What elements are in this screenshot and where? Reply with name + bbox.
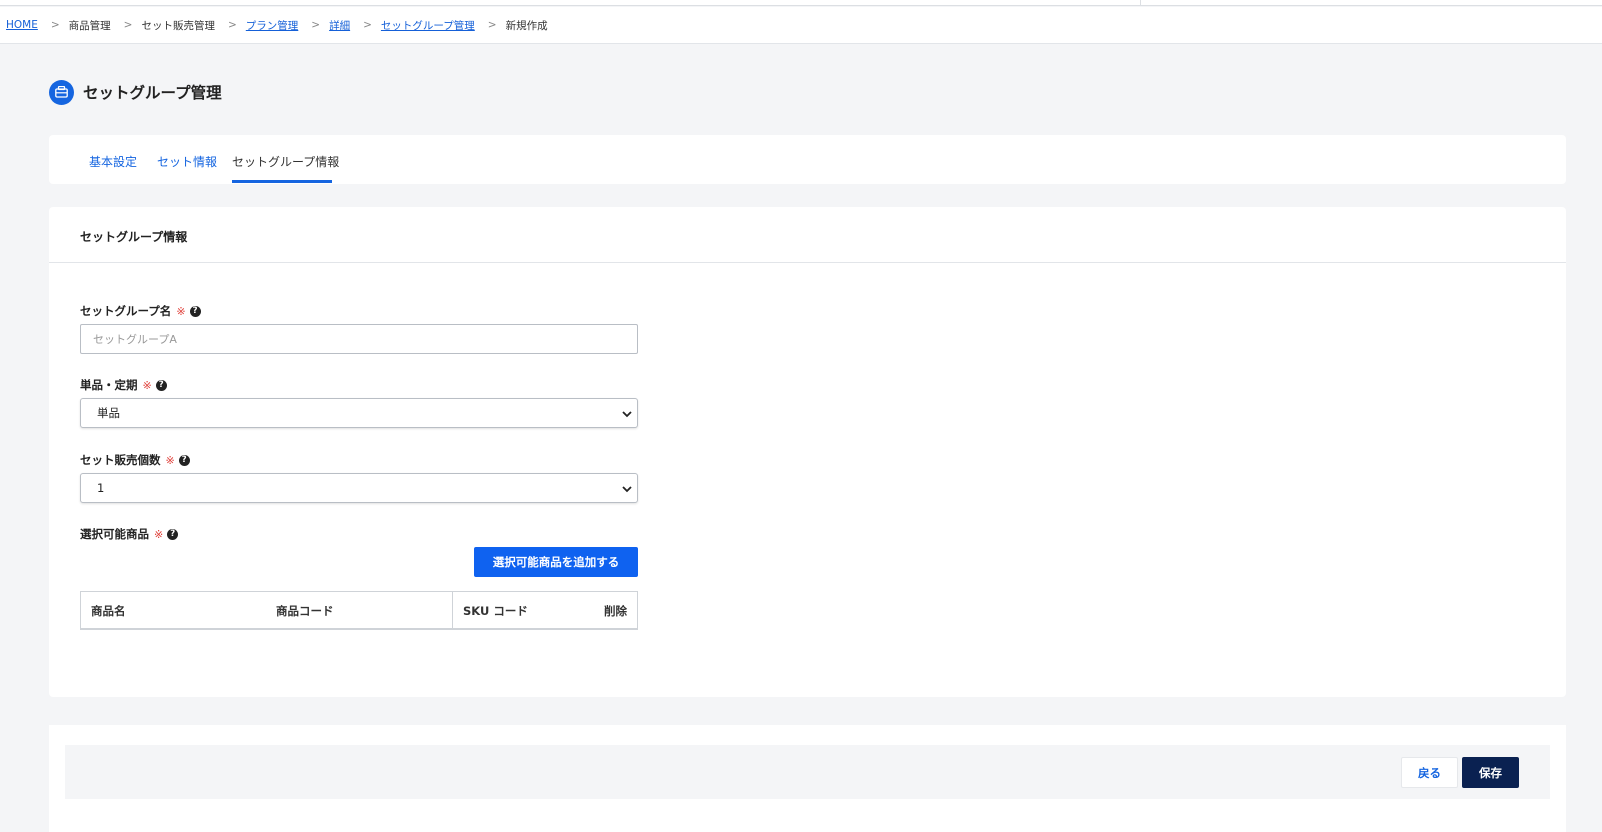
group-name-label-text: セットグループ名	[80, 304, 172, 318]
required-mark: ※	[142, 378, 152, 392]
quantity-select[interactable]: 1	[80, 473, 638, 503]
page-title-text: セットグループ管理	[83, 84, 222, 102]
type-label-text: 単品・定期	[80, 378, 138, 392]
breadcrumb-separator: >	[363, 19, 372, 31]
top-bar	[0, 0, 1602, 6]
breadcrumb-product-management: 商品管理	[68, 19, 111, 32]
section-header: セットグループ情報	[49, 207, 1566, 263]
column-header-sku-code: SKU コード	[463, 604, 528, 618]
breadcrumb-detail[interactable]: 詳細	[329, 18, 350, 33]
chevron-down-icon	[622, 411, 632, 418]
breadcrumb: HOME > 商品管理 > セット販売管理 > プラン管理 > 詳細 > セット…	[0, 7, 1602, 44]
breadcrumb-set-sales: セット販売管理	[141, 19, 215, 32]
column-header-product-code: 商品コード	[276, 604, 334, 618]
section-title: セットグループ情報	[80, 230, 188, 244]
chevron-down-icon	[622, 486, 632, 493]
help-icon[interactable]: ?	[178, 454, 190, 466]
required-mark: ※	[176, 304, 186, 318]
column-divider	[452, 592, 453, 629]
required-mark: ※	[154, 527, 164, 541]
breadcrumb-separator: >	[50, 19, 60, 31]
add-selectable-product-button[interactable]: 選択可能商品を追加する	[474, 547, 638, 577]
footer-card: 戻る 保存	[49, 725, 1566, 832]
breadcrumb-new: 新規作成	[505, 19, 548, 32]
tab-set-group-info[interactable]: セットグループ情報	[232, 153, 339, 170]
breadcrumb-home[interactable]: HOME	[6, 19, 38, 31]
quantity-select-value: 1	[97, 481, 105, 495]
breadcrumb-separator: >	[487, 19, 497, 31]
breadcrumb-plan-management[interactable]: プラン管理	[246, 18, 299, 33]
tab-bar: 基本設定 セット情報 セットグループ情報	[49, 135, 1566, 184]
breadcrumb-set-group-management[interactable]: セットグループ管理	[381, 18, 475, 33]
back-button[interactable]: 戻る	[1401, 757, 1458, 788]
column-header-product-name: 商品名	[91, 604, 126, 618]
type-select-value: 単品	[97, 406, 120, 420]
tab-set-info[interactable]: セット情報	[157, 153, 217, 170]
page-title: セットグループ管理	[49, 79, 222, 105]
products-label-text: 選択可能商品	[80, 527, 149, 541]
products-label: 選択可能商品 ※ ?	[80, 526, 179, 542]
group-name-label: セットグループ名 ※ ?	[80, 303, 201, 319]
active-tab-indicator	[232, 180, 332, 183]
breadcrumb-separator: >	[123, 19, 133, 31]
required-mark: ※	[165, 453, 175, 467]
briefcase-icon	[49, 79, 74, 105]
quantity-label-text: セット販売個数	[80, 453, 161, 467]
product-table: 商品名 商品コード SKU コード 削除	[80, 591, 638, 630]
type-select[interactable]: 単品	[80, 398, 638, 428]
help-icon[interactable]: ?	[189, 305, 201, 317]
column-header-delete: 削除	[604, 604, 627, 618]
save-button[interactable]: 保存	[1462, 757, 1519, 788]
help-icon[interactable]: ?	[167, 528, 179, 540]
tab-basic-settings[interactable]: 基本設定	[89, 153, 137, 170]
breadcrumb-separator: >	[311, 19, 321, 31]
group-name-input[interactable]	[80, 324, 638, 354]
type-label: 単品・定期 ※ ?	[80, 377, 167, 393]
breadcrumb-separator: >	[227, 19, 237, 31]
help-icon[interactable]: ?	[155, 379, 167, 391]
footer-action-bar: 戻る 保存	[65, 745, 1550, 799]
quantity-label: セット販売個数 ※ ?	[80, 452, 190, 468]
set-group-form-card: セットグループ情報 セットグループ名 ※ ? 単品・定期 ※ ? 単品 セット販…	[49, 207, 1566, 697]
